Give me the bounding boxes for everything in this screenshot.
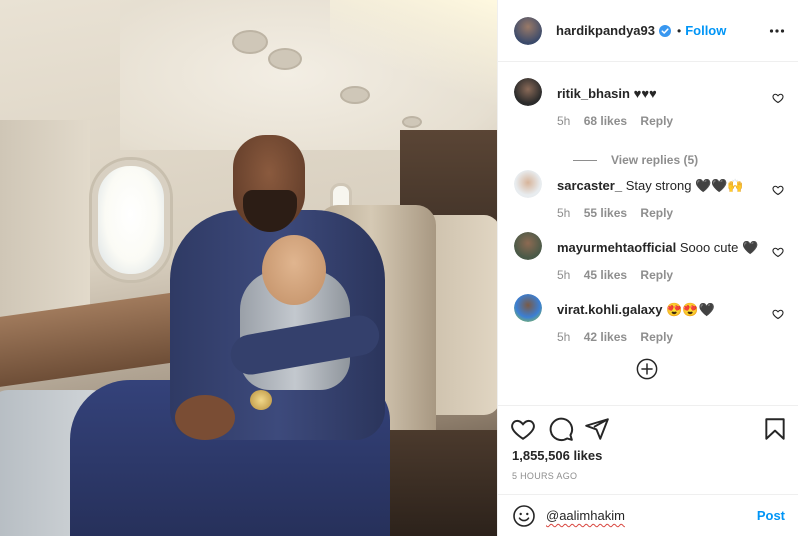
commenter-avatar[interactable] [514,170,542,198]
post-comment-button[interactable]: Post [757,508,785,523]
heart-icon[interactable] [772,246,784,258]
comment-text: Stay strong 🖤🖤🙌 [625,178,744,193]
add-comment-bar: @aalimhakim Post [498,494,798,536]
commenter-username[interactable]: virat.kohli.galaxy [557,302,663,317]
comment-text-line: mayurmehtaofficial Sooo cute 🖤 [557,240,758,256]
follow-button[interactable]: Follow [685,23,726,38]
save-bookmark-icon[interactable] [762,416,788,442]
replies-divider [573,159,597,161]
commenter-avatar[interactable] [514,232,542,260]
baby-head [262,235,326,305]
comment-bubble-icon[interactable] [548,416,574,442]
post-timestamp[interactable]: 5 HOURS AGO [512,471,577,481]
share-send-icon[interactable] [584,416,610,442]
wrist-watch [250,390,272,410]
more-horizontal-icon[interactable] [769,23,785,39]
verified-badge-icon [659,24,671,37]
air-vent [340,86,370,104]
comment-text: Sooo cute 🖤 [679,240,759,255]
air-vent [232,30,268,54]
reply-button[interactable]: Reply [640,114,673,128]
author-username[interactable]: hardikpandya93 [556,23,655,38]
commenter-avatar[interactable] [514,294,542,322]
reply-button[interactable]: Reply [640,330,673,344]
comment-input-value: @aalimhakim [546,508,625,523]
comment-text: ♥♥♥ [633,86,657,101]
comment-meta: 5h 42 likes Reply [557,330,683,344]
comment-time[interactable]: 5h [557,114,570,128]
separator-dot: • [677,23,682,38]
comment-time[interactable]: 5h [557,206,570,220]
like-heart-icon[interactable] [510,416,536,442]
emoji-icon[interactable] [512,504,536,528]
heart-icon[interactable] [772,92,784,104]
comment-text-line: sarcaster_ Stay strong 🖤🖤🙌 [557,178,744,194]
comment-time[interactable]: 5h [557,268,570,282]
commenter-username[interactable]: sarcaster_ [557,178,622,193]
author-avatar[interactable] [514,16,542,45]
comment-likes[interactable]: 55 likes [584,206,627,220]
post-actions: 1,855,506 likes 5 HOURS AGO [498,405,798,495]
view-replies-label: View replies (5) [611,153,699,167]
post-side-panel: hardikpandya93 • Follow ritik_bhasin ♥♥♥… [497,0,798,536]
comment-time[interactable]: 5h [557,330,570,344]
comment-meta: 5h 55 likes Reply [557,206,683,220]
person-hand [175,395,235,440]
reply-button[interactable]: Reply [640,206,673,220]
post-photo[interactable] [0,0,497,536]
post-header: hardikpandya93 • Follow [498,0,798,62]
likes-count[interactable]: 1,855,506 likes [512,448,602,463]
commenter-avatar[interactable] [514,78,542,106]
load-more-comments-icon[interactable] [636,358,658,380]
comment-input[interactable]: @aalimhakim [546,508,757,523]
view-replies-button[interactable]: View replies (5) [573,153,698,167]
comment-text-line: ritik_bhasin ♥♥♥ [557,86,657,101]
comment-list[interactable]: ritik_bhasin ♥♥♥ 5h 68 likes Reply View … [498,62,798,405]
heart-icon[interactable] [772,308,784,320]
comment-text: 😍😍🖤 [666,302,715,317]
commenter-username[interactable]: ritik_bhasin [557,86,630,101]
comment-likes[interactable]: 45 likes [584,268,627,282]
comment-meta: 5h 45 likes Reply [557,268,683,282]
commenter-username[interactable]: mayurmehtaofficial [557,240,676,255]
comment-meta: 5h 68 likes Reply [557,114,683,128]
comment-likes[interactable]: 68 likes [584,114,627,128]
heart-icon[interactable] [772,184,784,196]
comment-likes[interactable]: 42 likes [584,330,627,344]
reply-button[interactable]: Reply [640,268,673,282]
air-vent [402,116,422,128]
air-vent [268,48,302,70]
cabin-window [92,160,170,280]
comment-text-line: virat.kohli.galaxy 😍😍🖤 [557,302,715,318]
